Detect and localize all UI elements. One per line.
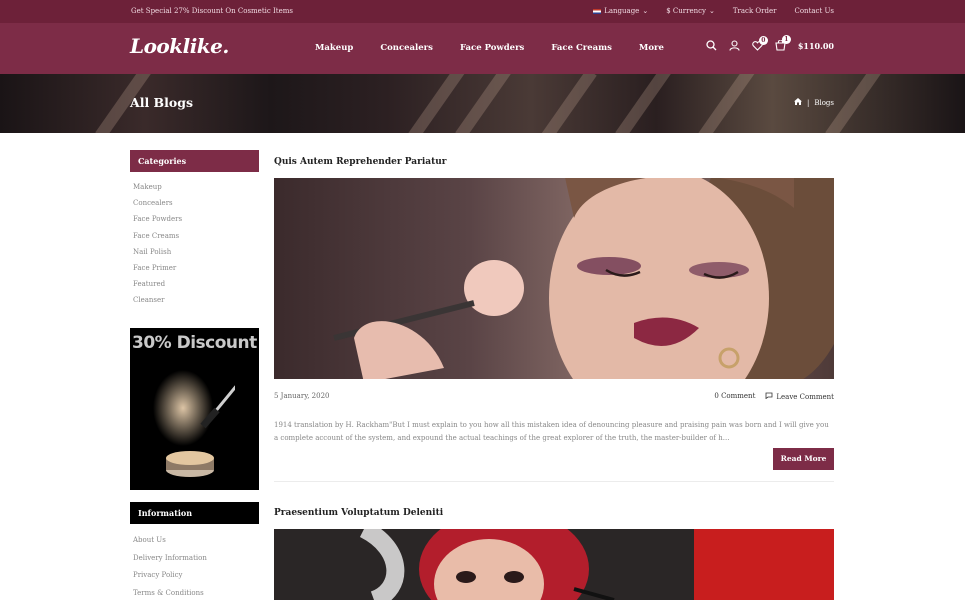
track-order-link[interactable]: Track Order xyxy=(733,7,777,15)
comment-icon xyxy=(765,392,773,401)
page-title: All Blogs xyxy=(130,95,193,110)
comment-count-link[interactable]: 0 Comment xyxy=(714,392,755,401)
contact-us-link[interactable]: Contact Us xyxy=(794,7,834,15)
powder-brush-image xyxy=(153,370,235,477)
breadcrumb-current: Blogs xyxy=(814,98,834,107)
nav-item-more[interactable]: More xyxy=(639,43,664,53)
category-link[interactable]: Featured xyxy=(133,280,182,296)
banner-decoration xyxy=(695,74,757,133)
information-list: About Us Delivery Information Privacy Po… xyxy=(133,536,207,600)
banner-decoration xyxy=(405,74,467,133)
currency-selector[interactable]: $ Currency ⌄ xyxy=(666,7,715,15)
categories-list: Makeup Concealers Face Powders Face Crea… xyxy=(133,183,182,313)
breadcrumb: | Blogs xyxy=(793,98,834,107)
discount-banner[interactable]: 30% Discount xyxy=(130,328,259,490)
nav-item-face-creams[interactable]: Face Creams xyxy=(551,43,612,53)
category-link[interactable]: Concealers xyxy=(133,199,182,215)
nav-item-makeup[interactable]: Makeup xyxy=(315,43,353,53)
information-heading: Information xyxy=(130,502,259,524)
leave-comment-link[interactable]: Leave Comment xyxy=(765,392,834,401)
promo-text: Get Special 27% Discount On Cosmetic Ite… xyxy=(131,7,293,15)
leave-comment-label: Leave Comment xyxy=(776,392,834,401)
banner-decoration xyxy=(825,74,887,133)
info-link-about[interactable]: About Us xyxy=(133,536,207,554)
search-icon[interactable] xyxy=(706,40,717,51)
wishlist-icon[interactable]: 0 xyxy=(752,35,768,51)
home-icon[interactable] xyxy=(793,98,802,107)
banner-decoration xyxy=(535,74,597,133)
post-image[interactable] xyxy=(274,529,834,600)
wishlist-count-badge: 0 xyxy=(758,35,768,45)
info-link-privacy[interactable]: Privacy Policy xyxy=(133,571,207,589)
category-link[interactable]: Face Creams xyxy=(133,232,182,248)
post-excerpt: 1914 translation by H. Rackham"But I mus… xyxy=(274,421,829,442)
post-image[interactable] xyxy=(274,178,834,379)
top-bar: Get Special 27% Discount On Cosmetic Ite… xyxy=(0,0,965,23)
post-divider xyxy=(274,481,834,482)
category-link[interactable]: Cleanser xyxy=(133,296,182,312)
user-icon[interactable] xyxy=(729,40,740,51)
main-nav: Makeup Concealers Face Powders Face Crea… xyxy=(315,43,664,53)
flag-icon xyxy=(593,8,602,14)
banner-decoration xyxy=(455,74,517,133)
main-header: Looklike. Makeup Concealers Face Powders… xyxy=(0,23,965,74)
read-more-button[interactable]: Read More xyxy=(773,448,834,470)
language-selector[interactable]: Language ⌄ xyxy=(593,7,648,15)
info-link-delivery[interactable]: Delivery Information xyxy=(133,554,207,572)
category-link[interactable]: Nail Polish xyxy=(133,248,182,264)
post-title[interactable]: Praesentium Voluptatum Deleniti xyxy=(274,508,443,518)
cart-icon[interactable]: 1 xyxy=(775,35,791,51)
post-title[interactable]: Quis Autem Reprehender Pariatur xyxy=(274,157,447,167)
banner-decoration xyxy=(615,74,677,133)
currency-label: $ Currency xyxy=(666,7,706,15)
language-label: Language xyxy=(604,7,640,15)
cart-count-badge: 1 xyxy=(781,35,791,44)
category-link[interactable]: Face Powders xyxy=(133,215,182,231)
nav-item-face-powders[interactable]: Face Powders xyxy=(460,43,524,53)
cart-total[interactable]: $110.00 xyxy=(798,41,834,51)
nav-item-concealers[interactable]: Concealers xyxy=(380,43,433,53)
logo[interactable]: Looklike. xyxy=(130,34,229,58)
discount-banner-text: 30% Discount xyxy=(132,333,257,353)
category-link[interactable]: Face Primer xyxy=(133,264,182,280)
category-link[interactable]: Makeup xyxy=(133,183,182,199)
breadcrumb-separator: | xyxy=(806,98,810,107)
chevron-down-icon: ⌄ xyxy=(708,7,715,15)
chevron-down-icon: ⌄ xyxy=(642,7,649,15)
post-date: 5 January, 2020 xyxy=(274,392,330,400)
page-banner: All Blogs | Blogs xyxy=(0,74,965,133)
categories-heading: Categories xyxy=(130,150,259,172)
info-link-terms[interactable]: Terms & Conditions xyxy=(133,589,207,600)
